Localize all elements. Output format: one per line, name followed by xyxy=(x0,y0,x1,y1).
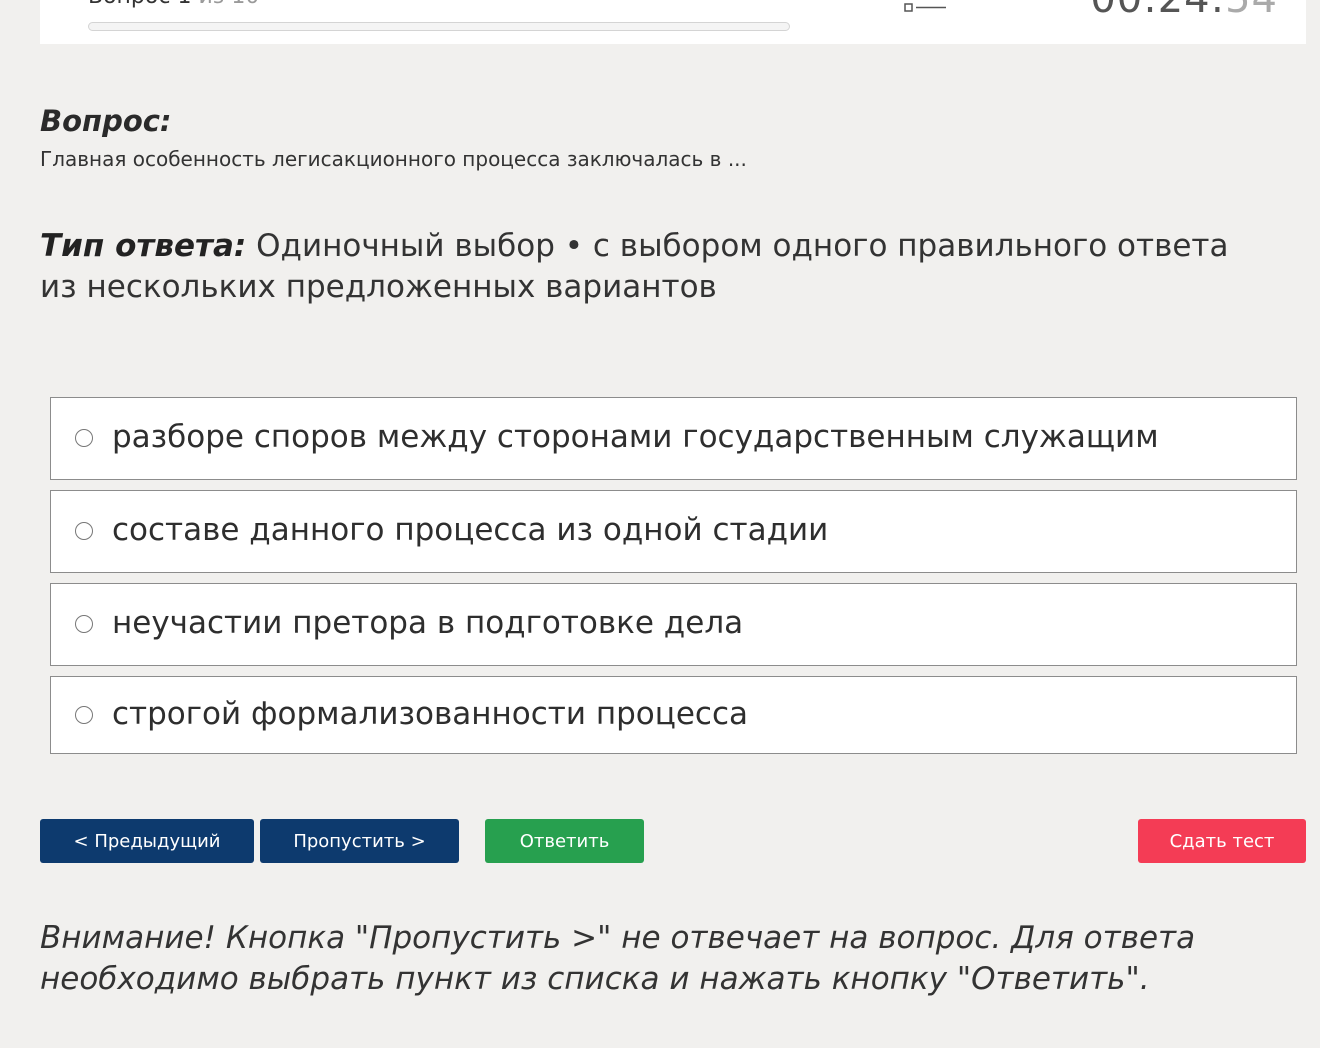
question-list-icon[interactable] xyxy=(904,0,948,16)
question-counter-current: Вопрос 1 xyxy=(88,0,191,9)
answer-option[interactable]: строгой формализованности процесса xyxy=(50,676,1297,754)
answer-option-label: составе данного процесса из одной стадии xyxy=(112,512,829,548)
answer-option[interactable]: составе данного процесса из одной стадии xyxy=(50,490,1297,573)
radio-button[interactable] xyxy=(75,429,93,447)
timer-seconds: 54 xyxy=(1225,0,1278,22)
answer-type-label: Тип ответа: xyxy=(40,228,247,264)
skip-warning-notice: Внимание! Кнопка "Пропустить >" не отвеч… xyxy=(40,920,1196,997)
progress-bar xyxy=(88,22,790,31)
answer-button[interactable]: Ответить xyxy=(485,819,644,863)
question-counter: Вопрос 1 из 10 xyxy=(88,0,259,9)
answer-option-label: неучастии претора в подготовке дела xyxy=(112,605,744,641)
question-heading: Вопрос: xyxy=(40,104,172,138)
answer-option[interactable]: разборе споров между сторонами государст… xyxy=(50,397,1297,480)
timer: 00:24:54 xyxy=(1090,0,1278,22)
radio-button[interactable] xyxy=(75,706,93,724)
answer-type: Тип ответа: Одиночный выбор • с выбором … xyxy=(40,226,1270,308)
radio-button[interactable] xyxy=(75,522,93,540)
answer-option-label: разборе споров между сторонами государст… xyxy=(112,419,1159,455)
answer-options: разборе споров между сторонами государст… xyxy=(50,397,1297,764)
previous-button[interactable]: < Предыдущий xyxy=(40,819,254,863)
radio-button[interactable] xyxy=(75,615,93,633)
quiz-header: Вопрос 1 из 10 00:24:54 xyxy=(40,0,1306,44)
question-text: Главная особенность легисакционного проц… xyxy=(40,147,747,171)
answer-option[interactable]: неучастии претора в подготовке дела xyxy=(50,583,1297,666)
question-counter-total: из 10 xyxy=(191,0,259,9)
submit-test-button[interactable]: Сдать тест xyxy=(1138,819,1306,863)
skip-button[interactable]: Пропустить > xyxy=(260,819,459,863)
timer-main: 00:24: xyxy=(1090,0,1225,22)
answer-option-label: строгой формализованности процесса xyxy=(112,696,748,732)
